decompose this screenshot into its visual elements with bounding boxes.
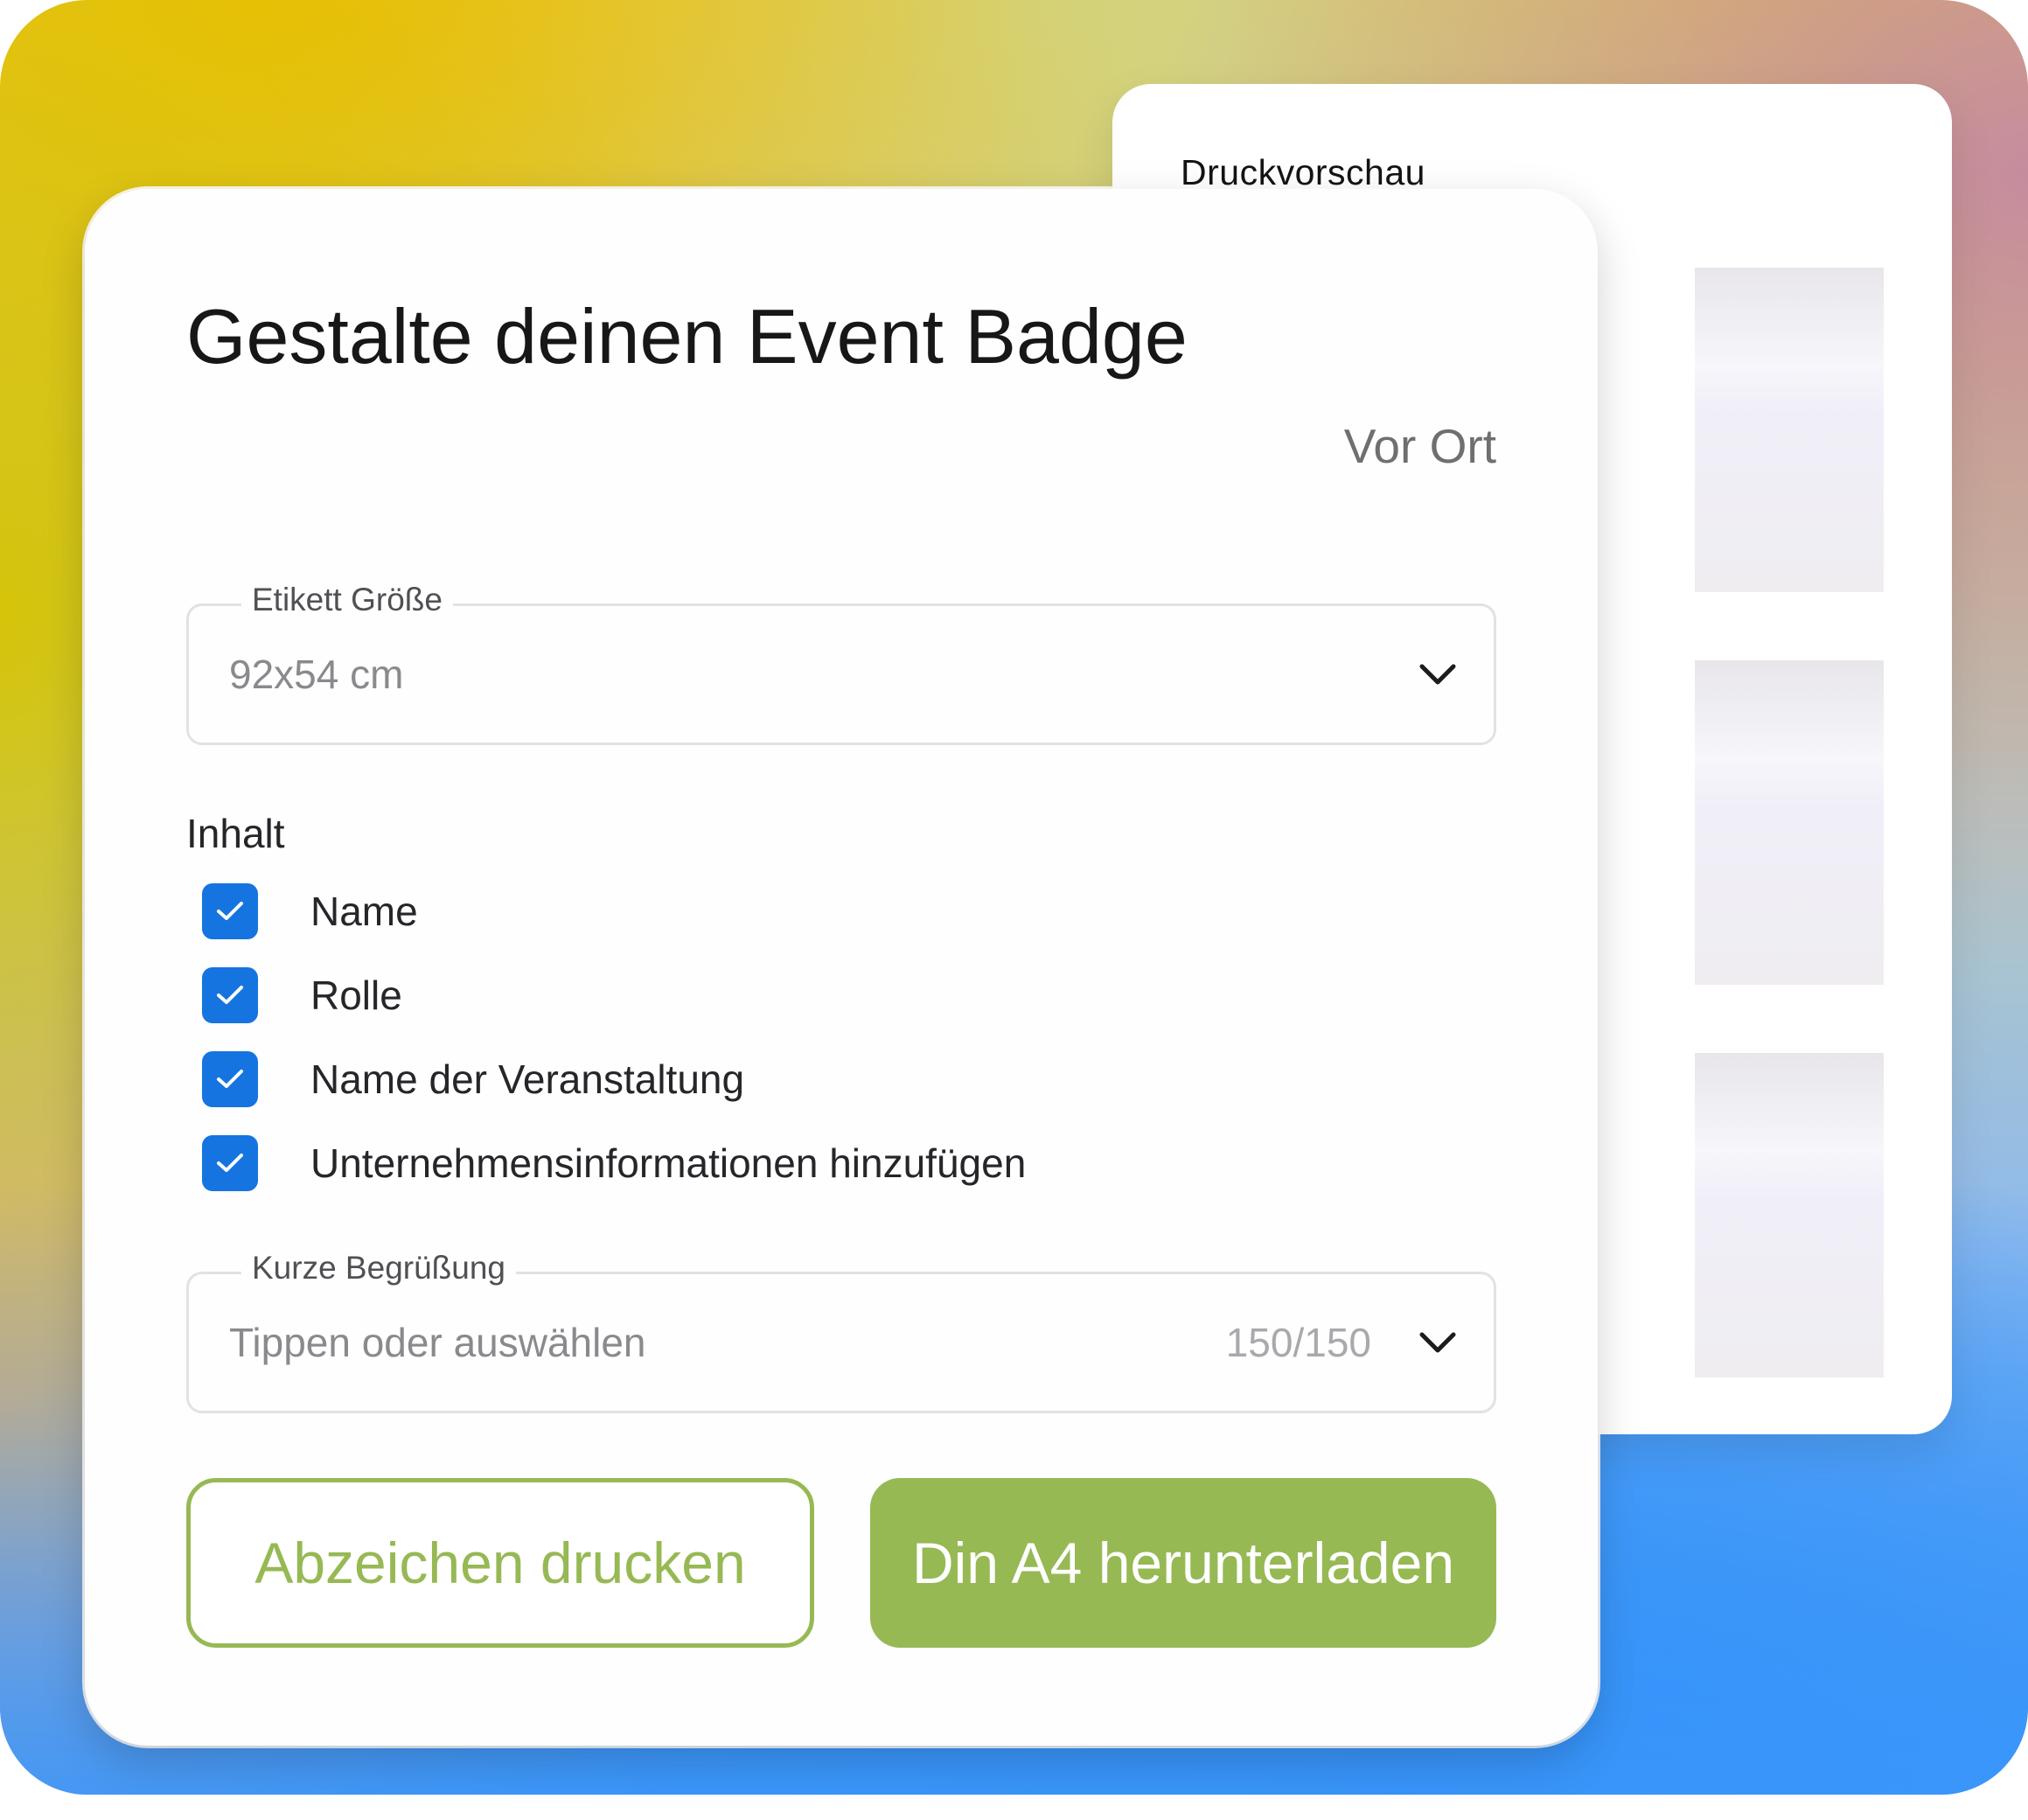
- check-icon: [217, 1070, 243, 1088]
- check-icon: [217, 902, 243, 920]
- check-icon: [217, 1154, 243, 1172]
- download-a4-button[interactable]: Din A4 herunterladen: [870, 1478, 1496, 1648]
- option-label: Name der Veranstaltung: [310, 1056, 745, 1102]
- print-badge-button[interactable]: Abzeichen drucken: [186, 1478, 814, 1648]
- label-size-legend: Etikett Größe: [241, 582, 453, 618]
- preview-badge-thumbnail: [1695, 268, 1884, 592]
- event-name-checkbox[interactable]: [202, 1051, 258, 1107]
- option-label: Name: [310, 889, 418, 934]
- chevron-down-icon[interactable]: [1418, 1330, 1457, 1355]
- company-info-checkbox[interactable]: [202, 1135, 258, 1191]
- option-name-row[interactable]: Name: [202, 883, 418, 939]
- role-checkbox[interactable]: [202, 967, 258, 1023]
- option-event-name-row[interactable]: Name der Veranstaltung: [202, 1051, 744, 1107]
- option-role-row[interactable]: Rolle: [202, 967, 402, 1023]
- option-company-info-row[interactable]: Unternehmensinformationen hinzufügen: [202, 1135, 1026, 1191]
- option-label: Rolle: [310, 973, 402, 1018]
- badge-designer-card: Gestalte deinen Event Badge Vor Ort Etik…: [85, 189, 1598, 1746]
- chevron-down-icon[interactable]: [1418, 662, 1457, 687]
- greeting-legend: Kurze Begrüßung: [241, 1250, 517, 1287]
- preview-badge-thumbnail: [1695, 660, 1884, 985]
- preview-badge-thumbnail: [1695, 1053, 1884, 1377]
- content-section-heading: Inhalt: [186, 811, 285, 856]
- greeting-combobox[interactable]: Kurze Begrüßung Tippen oder auswählen 15…: [186, 1250, 1496, 1413]
- label-size-value: 92x54 cm: [229, 652, 404, 697]
- check-icon: [217, 986, 243, 1004]
- event-mode-label: Vor Ort: [1343, 419, 1496, 473]
- page-title: Gestalte deinen Event Badge: [186, 293, 1188, 380]
- label-size-select[interactable]: Etikett Größe 92x54 cm: [186, 582, 1496, 745]
- character-counter: 150/150: [1225, 1320, 1371, 1365]
- option-label: Unternehmensinformationen hinzufügen: [310, 1140, 1027, 1186]
- name-checkbox[interactable]: [202, 883, 258, 939]
- print-preview-title: Druckvorschau: [1181, 152, 1425, 192]
- greeting-input[interactable]: Tippen oder auswählen: [229, 1319, 646, 1366]
